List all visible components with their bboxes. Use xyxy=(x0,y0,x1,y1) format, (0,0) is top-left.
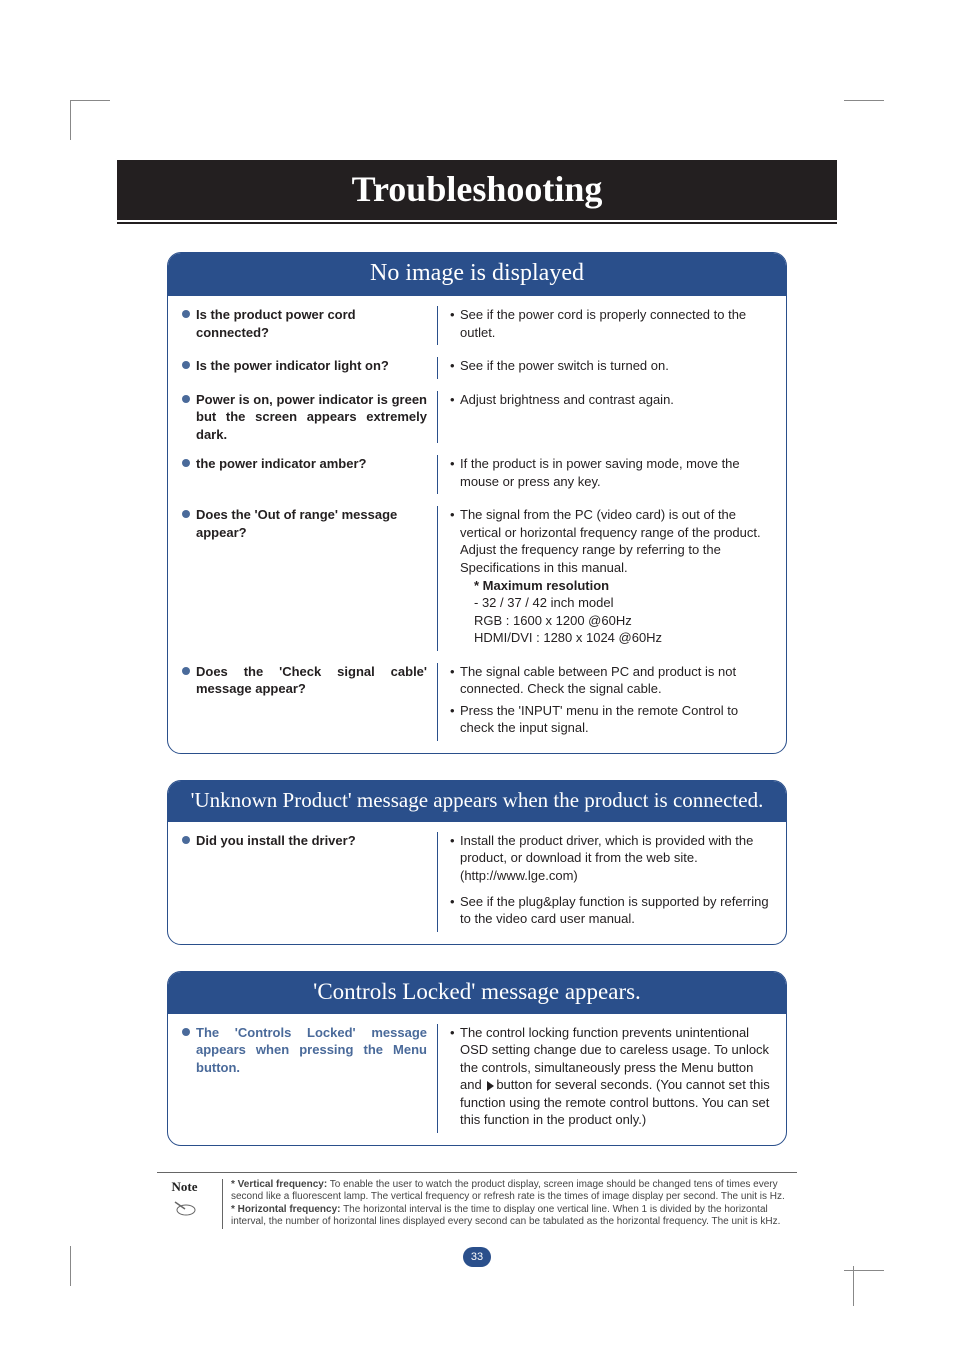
page-title: Troubleshooting xyxy=(117,160,837,220)
troubleshoot-box-unknown-product: 'Unknown Product' message appears when t… xyxy=(167,780,787,945)
crop-mark xyxy=(844,100,884,140)
bullet-icon xyxy=(182,395,190,403)
note-label: Note xyxy=(157,1179,212,1195)
answer-sub-line: RGB : 1600 x 1200 @60Hz xyxy=(460,612,772,630)
question-text: Does the 'Out of range' message appear? xyxy=(196,506,427,541)
qa-row: Does the 'Check signal cable' message ap… xyxy=(182,663,772,741)
note-text: * Vertical frequency: To enable the user… xyxy=(222,1179,797,1229)
page-content: Troubleshooting No image is displayed Is… xyxy=(117,160,837,1267)
box-body: Is the product power cord connected? See… xyxy=(168,296,786,753)
title-underline xyxy=(117,222,837,224)
page-number: 33 xyxy=(463,1247,491,1267)
box-header: 'Unknown Product' message appears when t… xyxy=(168,781,786,822)
answer-text: Install the product driver, which is pro… xyxy=(450,832,772,885)
answer-text: Adjust brightness and contrast again. xyxy=(450,391,772,409)
qa-row: Power is on, power indicator is green bu… xyxy=(182,391,772,444)
bullet-icon xyxy=(182,1028,190,1036)
answer-text: See if the power cord is properly connec… xyxy=(450,306,772,341)
note-vf-label: * Vertical frequency: xyxy=(231,1179,327,1190)
qa-row: The 'Controls Locked' message appears wh… xyxy=(182,1024,772,1133)
troubleshoot-box-controls-locked: 'Controls Locked' message appears. The '… xyxy=(167,971,787,1146)
note-pencil-icon xyxy=(173,1199,197,1217)
qa-row: Did you install the driver? Install the … xyxy=(182,832,772,932)
answer-text: See if the power switch is turned on. xyxy=(450,357,772,375)
crop-mark xyxy=(844,1270,884,1271)
note-label-col: Note xyxy=(157,1179,212,1229)
box-header: No image is displayed xyxy=(168,253,786,296)
question-text: Did you install the driver? xyxy=(196,832,427,850)
bullet-icon xyxy=(182,310,190,318)
qa-row: Is the product power cord connected? See… xyxy=(182,306,772,345)
answer-text: See if the plug&play function is support… xyxy=(450,893,772,928)
crop-mark xyxy=(70,1246,110,1286)
qa-row: the power indicator amber? If the produc… xyxy=(182,455,772,494)
bullet-icon xyxy=(182,836,190,844)
bullet-icon xyxy=(182,361,190,369)
qa-row: Is the power indicator light on? See if … xyxy=(182,357,772,379)
answer-text: The signal cable between PC and product … xyxy=(450,663,772,698)
qa-row: Does the 'Out of range' message appear? … xyxy=(182,506,772,650)
question-text: Does the 'Check signal cable' message ap… xyxy=(196,663,427,698)
question-text: Power is on, power indicator is green bu… xyxy=(196,391,427,444)
question-text: the power indicator amber? xyxy=(196,455,427,473)
question-text: The 'Controls Locked' message appears wh… xyxy=(196,1024,427,1077)
answer-sub-bold: * Maximum resolution xyxy=(460,577,772,595)
answer-text: If the product is in power saving mode, … xyxy=(450,455,772,490)
answer-text: The control locking function prevents un… xyxy=(450,1024,772,1129)
troubleshoot-box-no-image: No image is displayed Is the product pow… xyxy=(167,252,787,754)
question-text: Is the power indicator light on? xyxy=(196,357,427,375)
answer-text: Press the 'INPUT' menu in the remote Con… xyxy=(450,702,772,737)
crop-mark xyxy=(70,100,110,140)
bullet-icon xyxy=(182,667,190,675)
bullet-icon xyxy=(182,459,190,467)
answer-sub-line: HDMI/DVI : 1280 x 1024 @60Hz xyxy=(460,629,772,647)
note-hf-label: * Horizontal frequency: xyxy=(231,1204,340,1215)
answer-text: The signal from the PC (video card) is o… xyxy=(460,507,761,575)
bullet-icon xyxy=(182,510,190,518)
box-body: Did you install the driver? Install the … xyxy=(168,822,786,944)
box-body: The 'Controls Locked' message appears wh… xyxy=(168,1014,786,1145)
crop-mark xyxy=(853,1266,854,1306)
note-block: Note * Vertical frequency: To enable the… xyxy=(157,1172,797,1229)
question-text: Is the product power cord connected? xyxy=(196,306,427,341)
box-header: 'Controls Locked' message appears. xyxy=(168,972,786,1014)
answer-sub-line: - 32 / 37 / 42 inch model xyxy=(460,594,772,612)
play-triangle-icon xyxy=(487,1081,494,1091)
